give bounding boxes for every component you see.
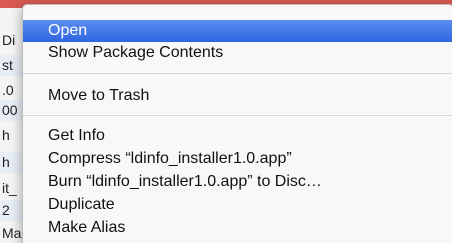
menu-item-duplicate[interactable]: Duplicate — [23, 194, 452, 216]
menu-separator — [23, 115, 452, 116]
menu-item-show-package-contents[interactable]: Show Package Contents — [23, 42, 452, 64]
menu-separator — [23, 73, 452, 74]
menu-item-compress[interactable]: Compress “ldinfo_installer1.0.app” — [23, 148, 452, 170]
context-menu: Open Show Package Contents Move to Trash… — [22, 4, 452, 243]
menu-item-get-info[interactable]: Get Info — [23, 125, 452, 147]
menu-item-move-to-trash[interactable]: Move to Trash — [23, 85, 452, 107]
menu-item-make-alias[interactable]: Make Alias — [23, 217, 452, 239]
menu-item-open[interactable]: Open — [23, 20, 452, 42]
menu-item-burn-to-disc[interactable]: Burn “ldinfo_installer1.0.app” to Disc… — [23, 171, 452, 193]
